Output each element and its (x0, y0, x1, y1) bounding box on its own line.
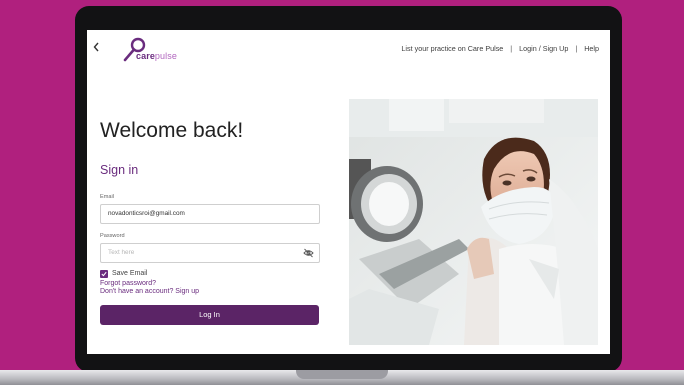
nav-separator: | (575, 44, 578, 53)
page-title: Welcome back! (100, 119, 244, 142)
nav-list-practice-link[interactable]: List your practice on Care Pulse (401, 44, 503, 53)
email-field[interactable]: novadonticsroi@gmail.com (100, 204, 320, 224)
no-account-prompt: Don't have an account? Sign up (100, 288, 199, 295)
checkmark-icon (101, 271, 107, 277)
browser-screen: carepulse List your practice on Care Pul… (87, 30, 610, 354)
no-account-text: Don't have an account? (100, 288, 174, 295)
sign-in-heading: Sign in (100, 163, 139, 177)
password-label: Password (100, 233, 125, 239)
top-navigation: List your practice on Care Pulse | Login /… (401, 44, 599, 53)
laptop-notch (296, 370, 388, 379)
logo-wordmark: carepulse (136, 51, 177, 61)
password-placeholder: Text here (108, 249, 135, 256)
dentist-hero-image (349, 99, 598, 345)
nav-help-link[interactable]: Help (584, 44, 599, 53)
nav-login-signup-link[interactable]: Login / Sign Up (519, 44, 568, 53)
password-field[interactable]: Text here (100, 243, 320, 263)
email-value: novadonticsroi@gmail.com (108, 210, 185, 217)
logo-care: care (136, 51, 155, 61)
forgot-password-link[interactable]: Forgot password? (100, 280, 156, 287)
chevron-left-icon (93, 42, 99, 52)
back-button[interactable] (93, 42, 100, 55)
sign-up-link[interactable]: Sign up (175, 288, 199, 295)
save-email-label: Save Email (112, 270, 148, 277)
save-email-checkbox[interactable] (100, 270, 108, 278)
nav-separator: | (510, 44, 513, 53)
eye-off-icon[interactable] (303, 248, 314, 258)
email-label: Email (100, 194, 114, 200)
carepulse-logo[interactable]: carepulse (123, 36, 183, 64)
logo-pulse: pulse (154, 51, 177, 61)
login-button[interactable]: Log In (100, 305, 319, 325)
